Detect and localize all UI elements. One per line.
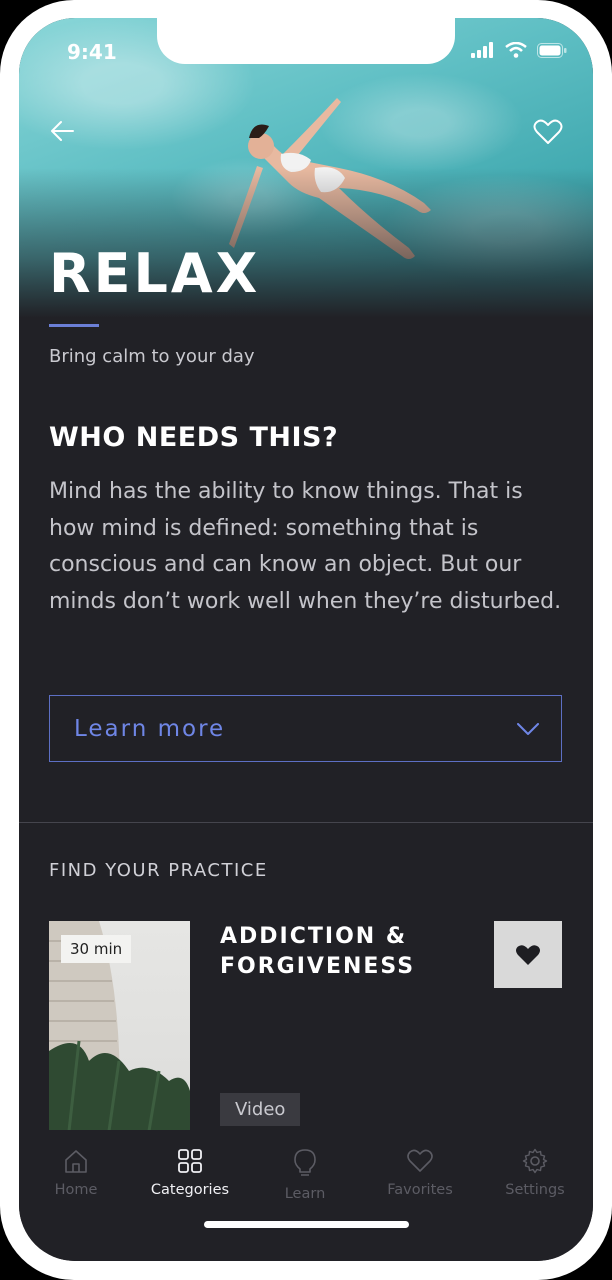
page-subtitle: Bring calm to your day bbox=[49, 346, 255, 367]
tab-settings[interactable]: Settings bbox=[480, 1148, 590, 1198]
tab-label-favorites: Favorites bbox=[387, 1182, 453, 1198]
battery-icon bbox=[537, 43, 567, 58]
learn-more-dropdown[interactable]: Learn more bbox=[49, 695, 562, 762]
content-type-badge: Video bbox=[220, 1093, 301, 1126]
status-icons bbox=[471, 42, 567, 58]
tab-home[interactable]: Home bbox=[21, 1148, 131, 1198]
signal-icon bbox=[471, 42, 493, 58]
home-icon bbox=[65, 1150, 87, 1173]
tab-label-categories: Categories bbox=[150, 1182, 230, 1198]
section-divider bbox=[19, 822, 593, 823]
tab-categories[interactable]: Categories bbox=[135, 1148, 245, 1198]
practice-card-title[interactable]: ADDICTION & FORGIVENESS bbox=[220, 922, 460, 982]
practice-card-image[interactable]: 30 min bbox=[49, 921, 190, 1131]
description-text: Mind has the ability to know things. Tha… bbox=[49, 479, 562, 614]
tab-favorites[interactable]: Favorites bbox=[365, 1148, 475, 1198]
lightbulb-icon bbox=[294, 1149, 316, 1176]
favorite-heart-icon[interactable] bbox=[533, 118, 563, 146]
gear-icon bbox=[522, 1148, 548, 1174]
title-accent-line bbox=[49, 324, 99, 327]
back-arrow-icon[interactable] bbox=[49, 118, 75, 144]
learn-more-label: Learn more bbox=[74, 715, 226, 742]
find-practice-label: FIND YOUR PRACTICE bbox=[49, 860, 268, 881]
tab-learn[interactable]: Learn bbox=[250, 1148, 360, 1202]
device-notch bbox=[157, 18, 455, 64]
heart-filled-icon bbox=[516, 944, 540, 965]
card-favorite-button[interactable] bbox=[494, 921, 562, 988]
device-frame: 9:41 RELAX Bring calm to your day WHO NE… bbox=[0, 0, 612, 1280]
duration-badge: 30 min bbox=[61, 935, 132, 963]
tab-label-learn: Learn bbox=[284, 1186, 326, 1202]
wifi-icon bbox=[505, 42, 527, 58]
home-indicator[interactable] bbox=[204, 1221, 409, 1228]
tab-label-home: Home bbox=[54, 1182, 98, 1198]
bottom-tab-bar: Home Categories Learn Favorites Settings bbox=[19, 1130, 593, 1261]
page-title: RELAX bbox=[49, 242, 261, 305]
tab-label-settings: Settings bbox=[505, 1182, 565, 1198]
grid-icon bbox=[178, 1149, 202, 1173]
heart-icon bbox=[407, 1149, 433, 1172]
chevron-down-icon bbox=[517, 722, 539, 735]
app-screen: 9:41 RELAX Bring calm to your day WHO NE… bbox=[19, 18, 593, 1261]
status-time: 9:41 bbox=[67, 40, 117, 64]
who-needs-heading: WHO NEEDS THIS? bbox=[49, 422, 339, 453]
